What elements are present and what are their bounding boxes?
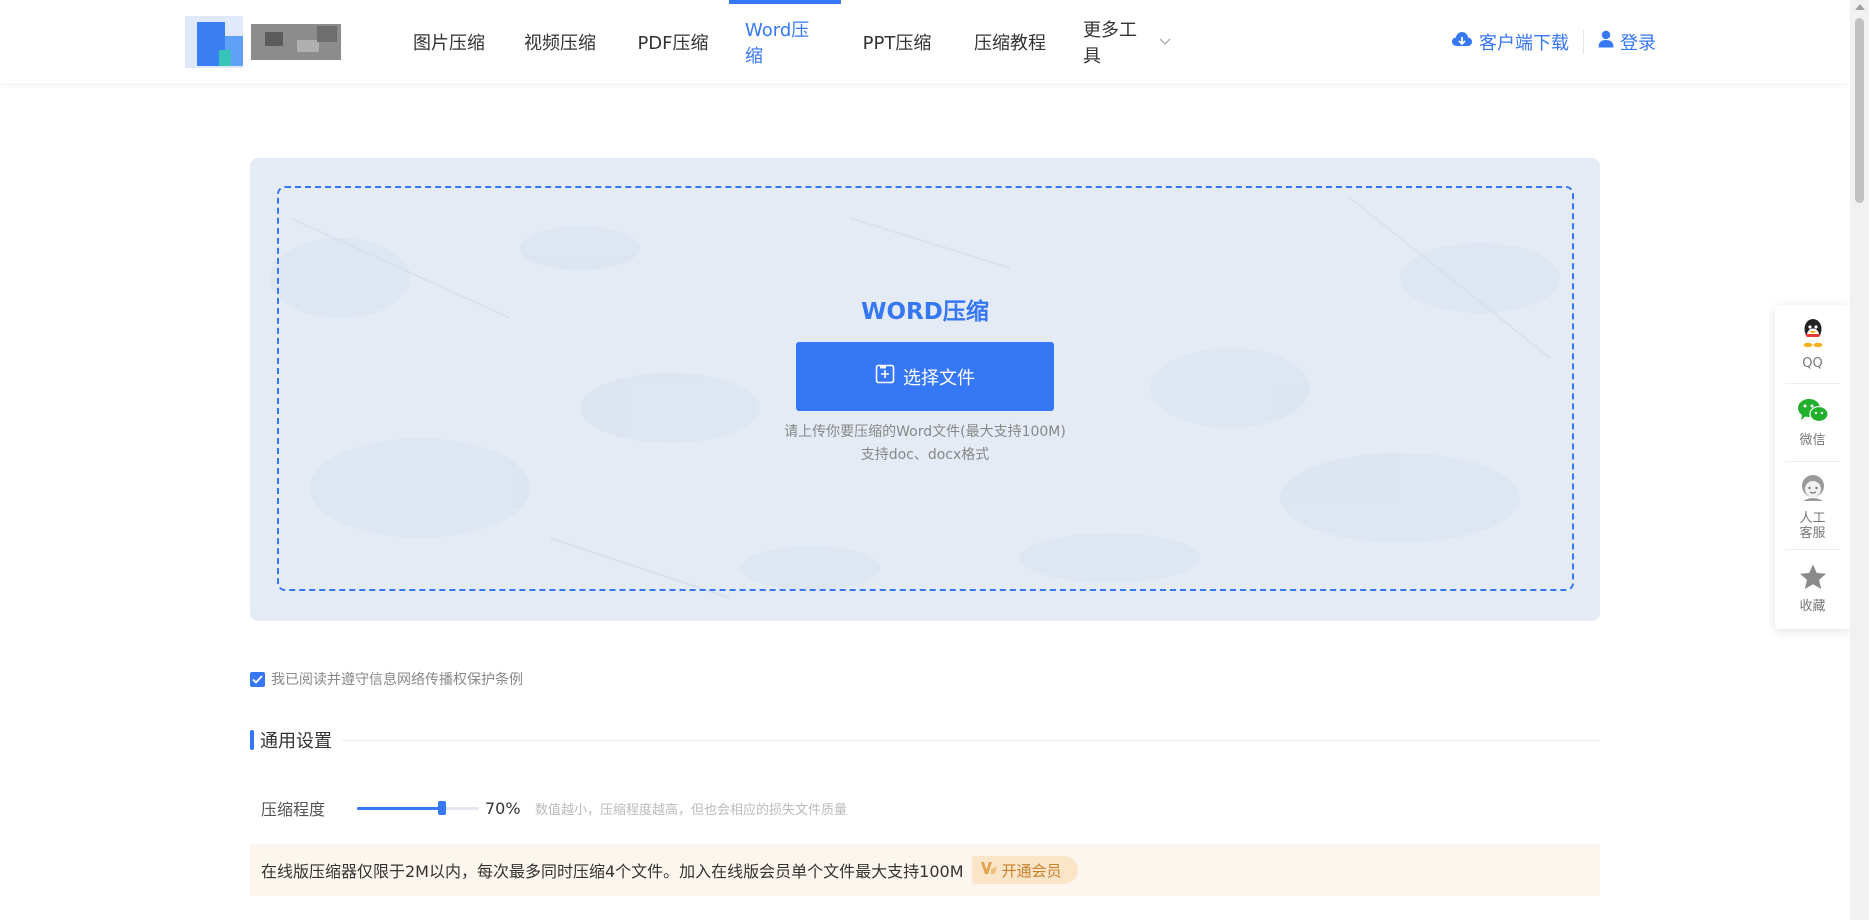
check-icon (252, 674, 263, 684)
client-download-link[interactable]: 客户端下载 (1451, 29, 1569, 55)
nav-item-label: 图片压缩 (413, 32, 485, 54)
general-settings-header: 通用设置 (250, 727, 1600, 753)
float-wechat[interactable]: 微信 (1775, 397, 1850, 448)
nav-item-label: PPT压缩 (862, 32, 932, 54)
nav-item-label: 更多工具 (1083, 19, 1137, 67)
nav-item-label: 视频压缩 (524, 32, 596, 54)
client-download-label: 客户端下载 (1479, 32, 1569, 54)
star-icon (1799, 563, 1827, 595)
upload-hint-formats: 支持doc、docx格式 (860, 447, 990, 463)
compression-label: 压缩程度 (261, 800, 326, 819)
select-file-label: 选择文件 (903, 367, 975, 389)
slider-handle[interactable] (438, 801, 447, 815)
page-scrollbar[interactable] (1850, 0, 1869, 920)
upload-title: WORD压缩 (861, 299, 989, 325)
float-favorite-label: 收藏 (1799, 599, 1826, 614)
top-header: 图片压缩 视频压缩 PDF压缩 Word压缩 PPT压缩 压缩教程 更多工具 客… (0, 0, 1850, 83)
agreement-checkbox[interactable] (250, 671, 265, 687)
nav-item-label: PDF压缩 (637, 32, 709, 54)
float-qq[interactable]: QQ (1775, 318, 1850, 371)
compression-value: 70% (485, 798, 521, 818)
upload-hint: 请上传你要压缩的Word文件(最大支持100M) 支持doc、docx格式 (250, 421, 1600, 467)
divider (1785, 383, 1840, 384)
float-customer-service-label: 人工 客服 (1799, 511, 1826, 541)
divider (1583, 29, 1584, 54)
vip-button-label: 开通会员 (1001, 861, 1062, 880)
chevron-down-icon (1159, 35, 1171, 49)
slider-fill (357, 807, 443, 810)
nav-item-ppt-compress[interactable]: PPT压缩 (841, 0, 953, 83)
nav-item-word-compress[interactable]: Word压缩 (729, 0, 841, 83)
cloud-download-icon (1451, 30, 1473, 53)
agreement-text: 我已阅读并遵守信息网络传播权保护条例 (271, 672, 523, 688)
section-title: 通用设置 (260, 731, 332, 752)
vip-badge-icon (980, 860, 998, 880)
qq-penguin-icon (1800, 318, 1826, 352)
wechat-icon (1797, 397, 1829, 429)
section-divider (342, 739, 1600, 741)
main-nav: 图片压缩 视频压缩 PDF压缩 Word压缩 PPT压缩 压缩教程 更多工具 (395, 0, 1187, 83)
site-logo[interactable] (185, 14, 341, 70)
vip-notice: 在线版压缩器仅限于2M以内，每次最多同时压缩4个文件。加入在线版会员单个文件最大… (250, 844, 1600, 896)
nav-item-label: Word压缩 (745, 19, 810, 67)
upload-panel: WORD压缩 选择文件 请上传你要压缩的Word文件(最大支持100M) 支持d… (250, 158, 1600, 621)
login-label: 登录 (1620, 32, 1656, 54)
select-file-button[interactable]: 选择文件 (796, 342, 1054, 411)
float-customer-service[interactable]: 人工 客服 (1775, 473, 1850, 541)
compression-hint: 数值越小，压缩程度越高，但也会相应的损失文件质量 (535, 802, 848, 818)
scroll-up-arrow-icon[interactable] (1855, 4, 1865, 10)
nav-item-tutorial[interactable]: 压缩教程 (953, 0, 1067, 83)
section-accent-bar (250, 730, 254, 750)
file-upload-icon (875, 364, 895, 389)
compression-slider[interactable] (357, 798, 479, 818)
notice-text: 在线版压缩器仅限于2M以内，每次最多同时压缩4个文件。加入在线版会员单个文件最大… (261, 862, 964, 881)
divider (1785, 549, 1840, 550)
float-wechat-label: 微信 (1799, 433, 1826, 448)
side-float-bar: QQ 微信 人工 客服 收藏 (1775, 305, 1850, 629)
scrollbar-thumb[interactable] (1855, 18, 1864, 203)
upload-hint-size: 请上传你要压缩的Word文件(最大支持100M) (784, 424, 1066, 440)
nav-item-video-compress[interactable]: 视频压缩 (503, 0, 617, 83)
float-qq-label: QQ (1802, 356, 1823, 371)
nav-item-pdf-compress[interactable]: PDF压缩 (617, 0, 729, 83)
compression-setting: 压缩程度 70% 数值越小，压缩程度越高，但也会相应的损失文件质量 (261, 796, 847, 820)
nav-item-label: 压缩教程 (974, 32, 1046, 54)
open-vip-button[interactable]: 开通会员 (971, 856, 1078, 884)
float-favorite[interactable]: 收藏 (1775, 563, 1850, 614)
agreement-row: 我已阅读并遵守信息网络传播权保护条例 (250, 669, 523, 689)
nav-item-image-compress[interactable]: 图片压缩 (395, 0, 503, 83)
nav-item-more-tools[interactable]: 更多工具 (1067, 0, 1187, 83)
customer-service-icon (1799, 473, 1827, 507)
login-link[interactable]: 登录 (1598, 29, 1656, 55)
page: 图片压缩 视频压缩 PDF压缩 Word压缩 PPT压缩 压缩教程 更多工具 客… (0, 0, 1869, 920)
divider (1785, 461, 1840, 462)
header-actions: 客户端下载 登录 (1451, 0, 1656, 83)
user-icon (1598, 30, 1614, 53)
